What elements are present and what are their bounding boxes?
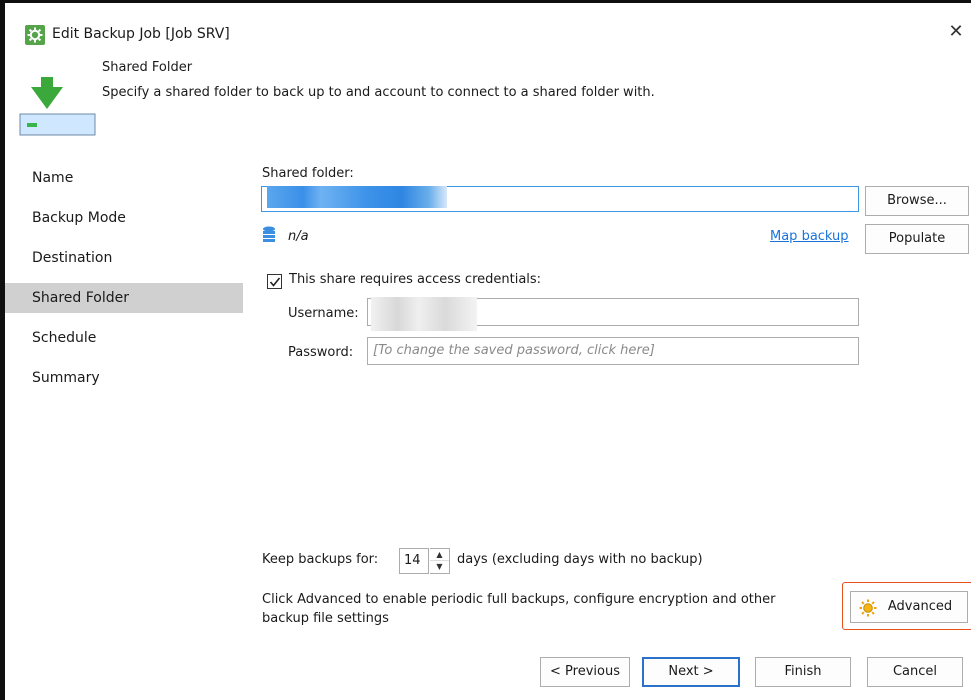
nav-item-name[interactable]: Name [5, 163, 243, 193]
download-arrow-icon [17, 77, 96, 137]
previous-button[interactable]: < Previous [540, 657, 630, 687]
password-placeholder: [To change the saved password, click her… [373, 343, 655, 358]
map-backup-link[interactable]: Map backup [770, 229, 849, 244]
advanced-hint: Click Advanced to enable periodic full b… [262, 592, 776, 626]
nav-item-shared-folder[interactable]: Shared Folder [5, 283, 243, 313]
nav-item-destination[interactable]: Destination [5, 243, 243, 273]
credentials-checkbox[interactable] [267, 274, 282, 289]
dialog-window: Edit Backup Job [Job SRV] ✕ Shared Folde… [5, 3, 971, 700]
password-label: Password: [288, 345, 354, 360]
cancel-button[interactable]: Cancel [867, 657, 963, 687]
close-button[interactable]: ✕ [945, 21, 967, 45]
password-input[interactable]: [To change the saved password, click her… [367, 337, 859, 365]
browse-button[interactable]: Browse... [865, 186, 969, 216]
spin-down-button[interactable]: ▼ [430, 561, 449, 573]
retention-days-input[interactable]: 14 [399, 548, 429, 574]
credentials-checkbox-label: This share requires access credentials: [289, 272, 542, 287]
database-icon [262, 226, 276, 244]
nav-item-schedule[interactable]: Schedule [5, 323, 243, 353]
finish-button[interactable]: Finish [755, 657, 851, 687]
redacted-path [267, 186, 447, 208]
nav-item-summary[interactable]: Summary [5, 363, 243, 393]
nav-item-backup-mode[interactable]: Backup Mode [5, 203, 243, 233]
step-title: Shared Folder [102, 60, 193, 75]
spin-up-button[interactable]: ▲ [430, 549, 449, 561]
next-button[interactable]: Next > [642, 657, 740, 687]
app-gear-icon [25, 25, 45, 45]
window-title: Edit Backup Job [Job SRV] [52, 26, 230, 42]
title-bar: Edit Backup Job [Job SRV] ✕ [5, 3, 971, 45]
retention-spinner: ▲ ▼ [430, 548, 450, 574]
populate-button[interactable]: Populate [865, 224, 969, 254]
username-label: Username: [288, 306, 359, 321]
retention-prefix: Keep backups for: [262, 552, 379, 567]
step-description: Specify a shared folder to back up to an… [102, 85, 655, 100]
gear-sun-icon [859, 599, 877, 617]
storage-info: n/a [288, 229, 309, 244]
retention-suffix: days (excluding days with no backup) [457, 552, 703, 567]
shared-folder-label: Shared folder: [262, 166, 354, 181]
redacted-username [371, 297, 477, 331]
advanced-button-label: Advanced [887, 599, 953, 614]
